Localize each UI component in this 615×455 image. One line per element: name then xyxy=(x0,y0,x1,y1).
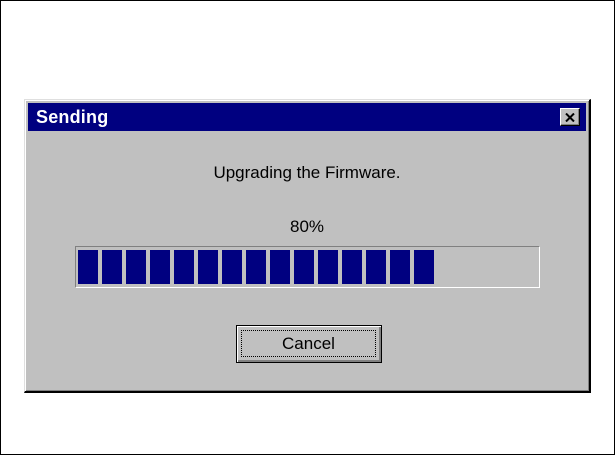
progress-track xyxy=(78,250,537,284)
cancel-button-label: Cancel xyxy=(241,330,376,357)
close-button[interactable] xyxy=(560,108,580,126)
close-icon xyxy=(565,112,575,122)
progress-bar xyxy=(75,246,540,288)
cancel-button[interactable]: Cancel xyxy=(236,325,382,363)
sending-dialog: Sending Upgrading the Firmware. 80% Canc… xyxy=(24,99,591,393)
status-message: Upgrading the Firmware. xyxy=(213,163,401,182)
progress-percent-label: 80% xyxy=(289,217,325,236)
progress-fill xyxy=(78,250,434,284)
page-frame: Sending Upgrading the Firmware. 80% Canc… xyxy=(0,0,615,455)
dialog-title: Sending xyxy=(36,107,109,127)
title-bar[interactable]: Sending xyxy=(28,103,586,131)
